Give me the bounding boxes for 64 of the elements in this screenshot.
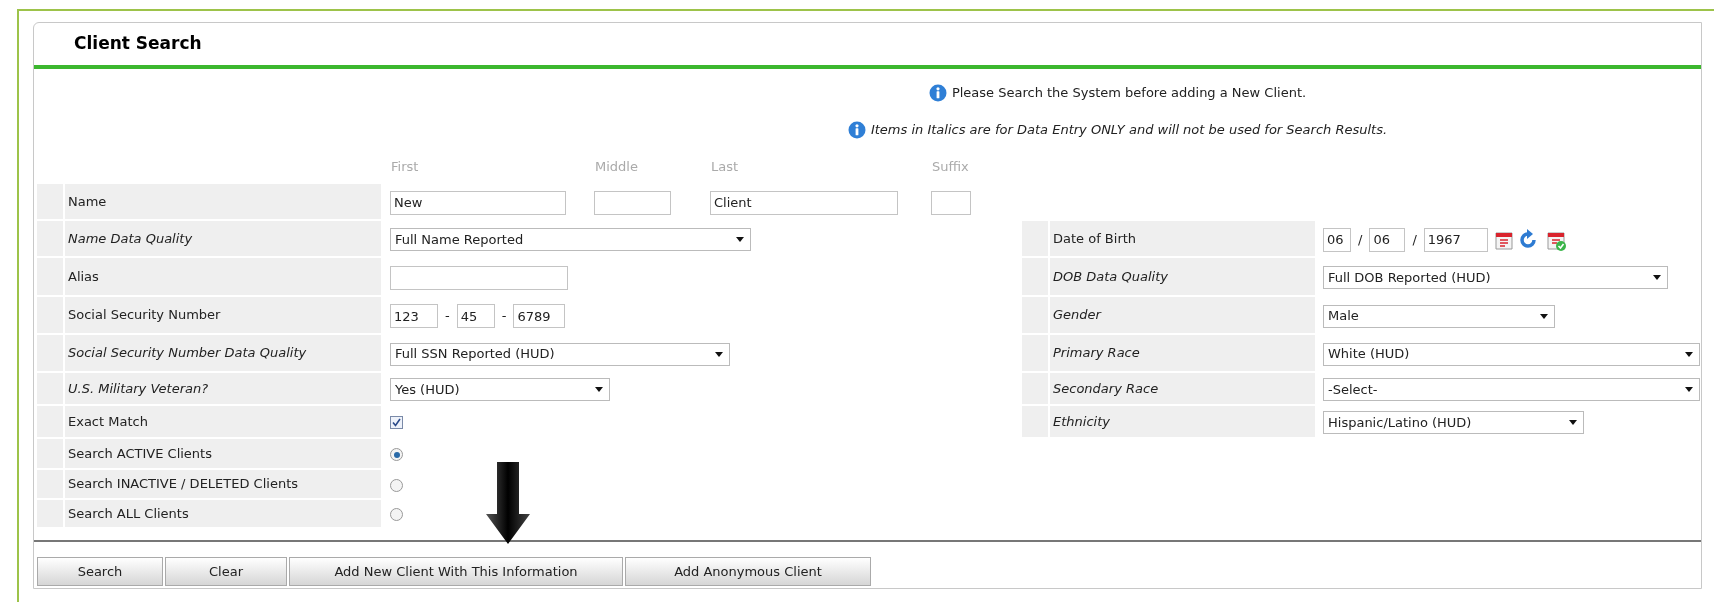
separator-text: / — [1357, 230, 1364, 249]
info-icon — [847, 121, 866, 139]
notice-text: Items in Italics are for Data Entry ONLY and will not be used for Search Results. — [870, 121, 1388, 140]
text-field[interactable]: 06 — [1369, 227, 1406, 252]
field-label: Primary Race — [1050, 335, 1315, 373]
dropdown[interactable]: Yes (HUD) — [390, 378, 610, 401]
dropdown[interactable]: Full DOB Reported (HUD) — [1323, 266, 1668, 289]
caret-icon — [1653, 275, 1661, 280]
info-icon — [928, 84, 947, 102]
notice-text: Please Search the System before adding a New Client. — [951, 84, 1307, 103]
text-field[interactable]: Client — [710, 190, 898, 215]
dropdown[interactable]: -Select- — [1323, 378, 1700, 401]
caret-icon — [1685, 351, 1693, 357]
column-header: First — [391, 159, 419, 174]
column-header: Last — [711, 159, 739, 174]
button[interactable]: Search — [37, 557, 163, 586]
dropdown[interactable]: Male — [1323, 304, 1555, 328]
checkbox[interactable] — [390, 416, 403, 429]
dropdown[interactable]: Hispanic/Latino (HUD) — [1323, 411, 1584, 434]
field-label: Gender — [1050, 297, 1315, 335]
button[interactable]: Clear — [165, 557, 287, 586]
separator-text: - — [500, 307, 508, 326]
button[interactable]: Add New Client With This Information — [289, 557, 623, 586]
field-label: Date of Birth — [1050, 221, 1315, 258]
text-field[interactable]: 45 — [456, 304, 495, 328]
separator-text: - — [444, 307, 451, 326]
text-field[interactable]: 06 — [1323, 227, 1351, 252]
column-header: Suffix — [932, 159, 969, 174]
field-label: Alias — [65, 258, 381, 297]
column-header: Middle — [595, 159, 638, 174]
text-field[interactable]: 6789 — [513, 304, 566, 328]
caret-icon — [736, 237, 744, 242]
field-label: Search ALL Clients — [65, 500, 381, 529]
dropdown[interactable]: Full SSN Reported (HUD) — [390, 342, 730, 366]
button[interactable]: Add Anonymous Client — [625, 557, 871, 586]
radio-button[interactable] — [390, 478, 403, 492]
caret-icon — [715, 351, 723, 357]
caret-icon — [595, 387, 603, 392]
field-label: Search INACTIVE / DELETED Clients — [65, 470, 381, 500]
field-label: Search ACTIVE Clients — [65, 439, 381, 470]
panel-title: Client Search — [74, 32, 202, 56]
field-label: Name — [65, 184, 381, 221]
text-field[interactable] — [390, 265, 568, 290]
text-field[interactable] — [931, 190, 971, 215]
field-label: Social Security Number Data Quality — [65, 335, 381, 373]
dropdown[interactable]: White (HUD) — [1323, 342, 1700, 366]
field-label: DOB Data Quality — [1050, 258, 1315, 297]
text-field[interactable]: 123 — [390, 304, 438, 328]
field-label: Name Data Quality — [65, 221, 381, 258]
text-field[interactable]: 1967 — [1423, 227, 1488, 252]
field-label: Ethnicity — [1050, 406, 1315, 439]
text-field[interactable] — [594, 190, 671, 215]
field-label: U.S. Military Veteran? — [65, 373, 381, 406]
separator-text: / — [1411, 230, 1418, 249]
caret-icon — [1685, 387, 1693, 392]
field-label: Social Security Number — [65, 297, 381, 335]
radio-button[interactable] — [390, 448, 403, 461]
field-label: Exact Match — [65, 406, 381, 439]
radio-button[interactable] — [390, 508, 403, 521]
caret-icon — [1569, 420, 1577, 425]
dropdown[interactable]: Full Name Reported — [390, 228, 751, 251]
field-label: Secondary Race — [1050, 373, 1315, 406]
text-field[interactable]: New — [390, 190, 566, 215]
caret-icon — [1540, 313, 1548, 319]
